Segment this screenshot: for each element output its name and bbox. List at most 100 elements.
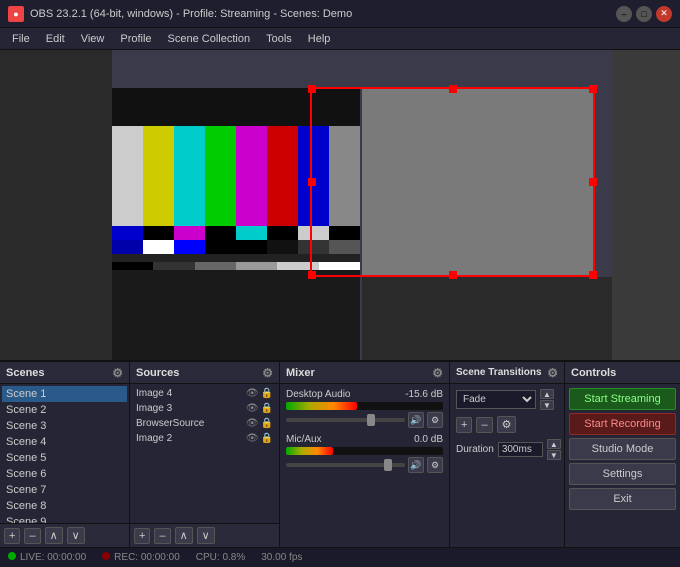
mic-aux-mute-icon[interactable]: 🔊 (408, 457, 424, 473)
desktop-audio-mute-icon[interactable]: 🔊 (408, 412, 424, 428)
scene-item[interactable]: Scene 7 (2, 482, 127, 498)
source-eye-icon[interactable]: 👁 (246, 388, 259, 399)
close-button[interactable]: ✕ (656, 6, 672, 22)
transition-type-row: Fade Cut Swipe Slide Stinger Luma Wipe ▲… (452, 386, 562, 413)
maximize-button[interactable]: □ (636, 6, 652, 22)
controls-panel: Controls Start Streaming Start Recording… (565, 362, 680, 547)
source-item[interactable]: BrowserSource 👁 🔒 (132, 416, 277, 431)
start-recording-button[interactable]: Start Recording (569, 413, 676, 435)
live-time: LIVE: 00:00:00 (20, 552, 86, 563)
controls-content: Start Streaming Start Recording Studio M… (565, 384, 680, 547)
transition-duration-row: Duration ▲ ▼ (452, 436, 562, 463)
status-bar: LIVE: 00:00:00 REC: 00:00:00 CPU: 0.8% 3… (0, 547, 680, 567)
fps-label: 30.00 fps (261, 552, 302, 563)
title-bar: ● OBS 23.2.1 (64-bit, windows) - Profile… (0, 0, 680, 28)
source-lock-icon[interactable]: 🔒 (261, 388, 273, 399)
sources-remove-button[interactable]: – (154, 528, 170, 544)
mic-aux-channel: Mic/Aux 0.0 dB 🔊 ⚙ (282, 431, 447, 476)
live-dot (8, 552, 16, 560)
transition-type-select[interactable]: Fade Cut Swipe Slide Stinger Luma Wipe (456, 390, 536, 409)
source-item[interactable]: Image 4 👁 🔒 (132, 386, 277, 401)
desktop-audio-slider[interactable] (286, 418, 405, 422)
menu-edit[interactable]: Edit (38, 31, 73, 47)
scenes-list: Scene 1 Scene 2 Scene 3 Scene 4 Scene 5 … (0, 384, 129, 523)
desktop-audio-bar-bg (286, 402, 443, 410)
source-lock-icon[interactable]: 🔒 (261, 403, 273, 414)
scene-item[interactable]: Scene 3 (2, 418, 127, 434)
scenes-add-button[interactable]: + (4, 528, 20, 544)
preview-bg-left (0, 50, 112, 360)
transition-add-row: + – ⚙ (452, 413, 562, 436)
scenes-header: Scenes ⚙ (0, 362, 129, 384)
trans-down-button[interactable]: ▼ (540, 400, 554, 410)
live-status: LIVE: 00:00:00 (8, 552, 86, 563)
source-item[interactable]: Image 2 👁 🔒 (132, 431, 277, 446)
menu-tools[interactable]: Tools (258, 31, 300, 47)
preview-bg-right (612, 50, 680, 360)
scene-item[interactable]: Scene 8 (2, 498, 127, 514)
mic-aux-settings-icon[interactable]: ⚙ (427, 457, 443, 473)
menu-file[interactable]: File (4, 31, 38, 47)
menu-view[interactable]: View (73, 31, 113, 47)
scenes-panel: Scenes ⚙ Scene 1 Scene 2 Scene 3 Scene 4… (0, 362, 130, 547)
menu-bar: File Edit View Profile Scene Collection … (0, 28, 680, 50)
desktop-audio-settings-icon[interactable]: ⚙ (427, 412, 443, 428)
preview-dark-right (362, 277, 612, 360)
preview-gray (362, 87, 595, 277)
source-lock-icon[interactable]: 🔒 (261, 433, 273, 444)
studio-mode-button[interactable]: Studio Mode (569, 438, 676, 460)
trans-remove-button[interactable]: – (476, 417, 492, 433)
trans-config-button[interactable]: ⚙ (497, 416, 517, 433)
scene-item[interactable]: Scene 4 (2, 434, 127, 450)
minimize-button[interactable]: – (616, 6, 632, 22)
scene-item[interactable]: Scene 2 (2, 402, 127, 418)
scene-item[interactable]: Scene 1 (2, 386, 127, 402)
scenes-up-button[interactable]: ∧ (45, 527, 63, 544)
sources-down-button[interactable]: ∨ (197, 527, 215, 544)
exit-button[interactable]: Exit (569, 488, 676, 510)
scene-item[interactable]: Scene 5 (2, 450, 127, 466)
transitions-title: Scene Transitions (456, 367, 542, 378)
duration-down-button[interactable]: ▼ (547, 450, 561, 460)
desktop-audio-db: -15.6 dB (405, 389, 443, 400)
desktop-audio-label: Desktop Audio (286, 389, 351, 400)
start-streaming-button[interactable]: Start Streaming (569, 388, 676, 410)
menu-profile[interactable]: Profile (112, 31, 159, 47)
scenes-down-button[interactable]: ∨ (67, 527, 85, 544)
mic-aux-db: 0.0 dB (414, 434, 443, 445)
mixer-title: Mixer (286, 367, 315, 379)
scenes-remove-button[interactable]: – (24, 528, 40, 544)
mixer-panel: Mixer ⚙ Desktop Audio -15.6 dB 🔊 ⚙ (280, 362, 450, 547)
source-lock-icon[interactable]: 🔒 (261, 418, 273, 429)
mic-aux-slider[interactable] (286, 463, 405, 467)
menu-scene-collection[interactable]: Scene Collection (160, 31, 259, 47)
sources-gear-icon[interactable]: ⚙ (262, 366, 273, 380)
trans-up-button[interactable]: ▲ (540, 389, 554, 399)
trans-add-button[interactable]: + (456, 417, 472, 433)
duration-input[interactable] (498, 442, 543, 457)
scene-item[interactable]: Scene 6 (2, 466, 127, 482)
rec-time: REC: 00:00:00 (114, 552, 180, 563)
sources-header: Sources ⚙ (130, 362, 279, 384)
controls-header: Controls (565, 362, 680, 384)
settings-button[interactable]: Settings (569, 463, 676, 485)
preview-bottom (112, 270, 360, 360)
sources-up-button[interactable]: ∧ (175, 527, 193, 544)
mic-aux-label: Mic/Aux (286, 434, 322, 445)
source-eye-icon[interactable]: 👁 (246, 433, 259, 444)
sources-add-button[interactable]: + (134, 528, 150, 544)
scenes-gear-icon[interactable]: ⚙ (112, 366, 123, 380)
menu-help[interactable]: Help (300, 31, 339, 47)
rec-dot (102, 552, 110, 560)
bottom-panels: Scenes ⚙ Scene 1 Scene 2 Scene 3 Scene 4… (0, 360, 680, 547)
mixer-gear-icon[interactable]: ⚙ (432, 366, 443, 380)
preview-canvas[interactable] (0, 50, 680, 360)
transitions-gear-icon[interactable]: ⚙ (547, 366, 558, 380)
transitions-header: Scene Transitions ⚙ (450, 362, 564, 384)
source-eye-icon[interactable]: 👁 (246, 418, 259, 429)
sources-title: Sources (136, 367, 179, 379)
duration-up-button[interactable]: ▲ (547, 439, 561, 449)
scene-item[interactable]: Scene 9 (2, 514, 127, 523)
source-item[interactable]: Image 3 👁 🔒 (132, 401, 277, 416)
source-eye-icon[interactable]: 👁 (246, 403, 259, 414)
